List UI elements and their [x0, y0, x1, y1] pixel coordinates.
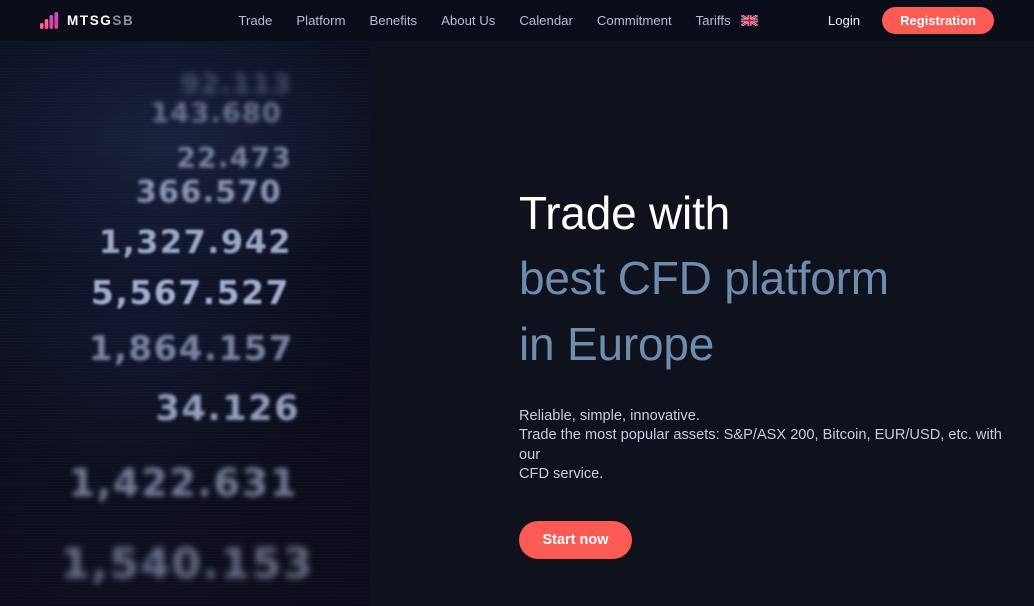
- page-title: Trade with best CFD platform in Europe: [519, 181, 1034, 377]
- hero-section: 92.113 143.680 22.473 366.570 1,327.942 5,567…: [0, 41, 1034, 606]
- ticker-number: 1,540.153: [60, 539, 314, 588]
- login-link[interactable]: Login: [828, 14, 860, 27]
- headline-line-3: in Europe: [519, 317, 715, 370]
- logo-text-primary: MTSG: [67, 12, 113, 28]
- headline-line-1: Trade with: [519, 187, 731, 239]
- nav-item-benefits[interactable]: Benefits: [369, 14, 417, 27]
- nav-item-trade[interactable]: Trade: [238, 14, 272, 27]
- nav-item-about-us[interactable]: About Us: [441, 14, 495, 27]
- nav-item-platform[interactable]: Platform: [296, 14, 345, 27]
- nav-item-tariffs[interactable]: Tariffs: [696, 14, 731, 27]
- ticker-number: 22.473: [176, 141, 292, 174]
- bar-chart-icon: [40, 12, 59, 29]
- hero-copy: Trade with best CFD platform in Europe R…: [519, 41, 1034, 606]
- uk-flag-icon: [740, 14, 758, 26]
- ticker-number: 1,327.942: [98, 223, 292, 261]
- nav-item-commitment[interactable]: Commitment: [597, 14, 672, 27]
- language-switcher[interactable]: [740, 14, 758, 26]
- nav-item-calendar[interactable]: Calendar: [519, 14, 573, 27]
- ticker-number: 366.570: [135, 175, 282, 210]
- page-root: MTSGSB Trade Platform Benefits About Us …: [0, 0, 1034, 606]
- hero-description-line-3: CFD service.: [519, 466, 604, 483]
- ticker-number: 1,422.631: [68, 461, 298, 505]
- registration-button[interactable]: Registration: [882, 7, 994, 34]
- hero-description-line-2: Trade the most popular assets: S&P/ASX 2…: [519, 427, 1002, 463]
- ticker-number: 5,567.527: [90, 273, 290, 312]
- ticker-number: 92.113: [180, 69, 292, 100]
- hero-description: Reliable, simple, innovative. Trade the …: [519, 407, 1019, 485]
- headline-line-2: best CFD platform: [519, 252, 889, 305]
- logo-text-secondary: SB: [112, 12, 135, 28]
- ticker-number: 1,864.157: [88, 329, 294, 369]
- header-actions: Login Registration: [828, 7, 994, 34]
- hero-description-line-1: Reliable, simple, innovative.: [519, 407, 700, 424]
- ticker-number: 34.126: [155, 389, 300, 429]
- ticker-number: 143.680: [150, 98, 282, 129]
- site-logo[interactable]: MTSGSB: [40, 12, 134, 29]
- main-nav: Trade Platform Benefits About Us Calenda…: [238, 14, 758, 27]
- site-header: MTSGSB Trade Platform Benefits About Us …: [0, 0, 1034, 41]
- start-now-button[interactable]: Start now: [519, 520, 632, 559]
- logo-wordmark: MTSGSB: [67, 14, 134, 28]
- ticker-background-image: 92.113 143.680 22.473 366.570 1,327.942 5,567…: [0, 41, 370, 606]
